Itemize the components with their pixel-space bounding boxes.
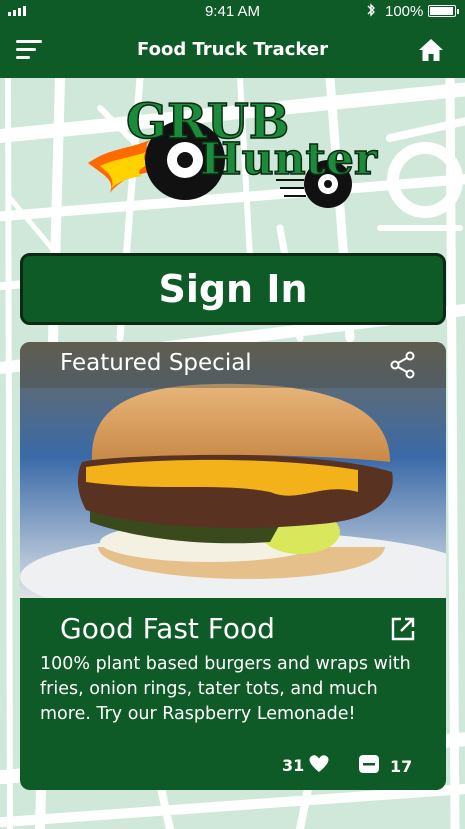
comment-icon (358, 754, 380, 778)
home-icon[interactable] (418, 38, 444, 62)
grub-hunter-logo: GRUB Hunter (80, 88, 385, 208)
heart-icon (308, 754, 330, 777)
comments-count: 17 (390, 756, 413, 776)
battery-percent: 100% (385, 3, 424, 20)
truck-description: 100% plant based burgers and wraps with … (40, 654, 411, 724)
featured-header: Featured Special (20, 342, 446, 388)
truck-name: Good Fast Food (60, 612, 275, 645)
comments-counter[interactable]: 17 (358, 754, 412, 778)
app-header: Food Truck Tracker (0, 22, 465, 78)
status-bar: 9:41 AM 100% (0, 0, 465, 22)
battery-icon (428, 5, 459, 17)
bluetooth-icon (366, 2, 376, 21)
likes-count: 31 (282, 756, 305, 775)
sign-in-button[interactable]: Sign In (20, 253, 446, 325)
share-icon[interactable] (390, 351, 416, 379)
featured-title: Featured Special (60, 350, 252, 376)
external-link-icon[interactable] (390, 616, 416, 642)
likes-counter[interactable]: 31 (282, 754, 330, 777)
logo-line2: Hunter (200, 134, 378, 185)
featured-details: Good Fast Food 100% plant based burgers … (20, 598, 446, 790)
featured-card: Featured Special Good Fast Food 100% pla… (20, 342, 446, 790)
page-title: Food Truck Tracker (137, 39, 328, 60)
